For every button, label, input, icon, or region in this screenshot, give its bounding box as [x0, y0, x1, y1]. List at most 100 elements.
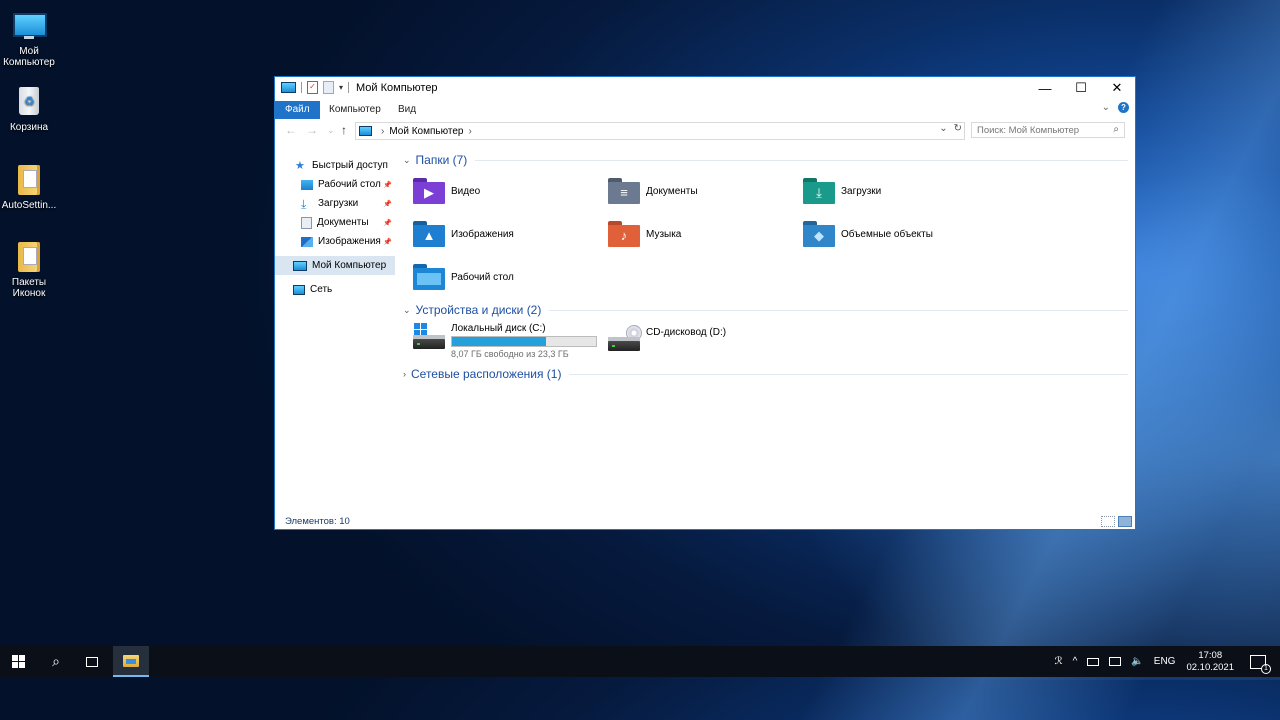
- recent-locations-button[interactable]: ⌄: [327, 125, 335, 136]
- navigation-pane: ★ Быстрый доступ Рабочий стол 📌 ⤓ Загруз…: [275, 153, 395, 513]
- tab-file[interactable]: Файл: [275, 101, 320, 119]
- desktop-icon-autosettings[interactable]: AutoSettin...: [0, 163, 58, 211]
- task-view-button[interactable]: [74, 646, 110, 677]
- downloads-folder-icon: ⤓: [803, 178, 835, 204]
- task-view-icon: [86, 656, 98, 667]
- group-header-folders[interactable]: ⌄ Папки (7): [403, 153, 1128, 167]
- desktop-icon-recycle-bin[interactable]: ♻ Корзина: [0, 85, 58, 133]
- collapse-chevron-icon: ⌄: [403, 154, 411, 165]
- desktop-icon-icon-packs[interactable]: Пакеты Иконок: [0, 240, 58, 299]
- folder-label: Документы: [646, 185, 698, 197]
- folder-tile-documents[interactable]: ≡ Документы: [608, 174, 698, 208]
- collapse-chevron-icon: ⌄: [403, 304, 411, 315]
- start-button[interactable]: [0, 646, 36, 677]
- maximize-button[interactable]: ☐: [1063, 77, 1099, 99]
- tab-view[interactable]: Вид: [388, 101, 426, 119]
- clock[interactable]: 17:08 02.10.2021: [1186, 650, 1234, 674]
- nav-item-documents[interactable]: Документы 📌: [275, 213, 395, 232]
- minimize-button[interactable]: —: [1027, 77, 1063, 99]
- pin-icon[interactable]: 📌: [383, 200, 392, 208]
- group-title: Сетевые расположения (1): [411, 367, 562, 381]
- input-language[interactable]: ENG: [1154, 656, 1176, 667]
- divider: [475, 159, 1128, 161]
- folder-tile-downloads[interactable]: ⤓ Загрузки: [803, 174, 881, 208]
- network-icon: [293, 284, 305, 295]
- desktop-icon-label: Корзина: [9, 122, 49, 133]
- new-folder-icon[interactable]: [323, 81, 334, 94]
- nav-item-label: Изображения: [318, 236, 381, 247]
- clock-time: 17:08: [1198, 649, 1223, 661]
- tab-computer[interactable]: Компьютер: [319, 101, 391, 119]
- folder-icon: [12, 240, 46, 274]
- action-center-button[interactable]: 1: [1250, 654, 1271, 674]
- nav-item-label: Мой Компьютер: [312, 260, 387, 271]
- volume-icon[interactable]: 🔈: [1131, 656, 1143, 667]
- breadcrumb-separator: ›: [381, 125, 385, 137]
- drive-tile-c[interactable]: Локальный диск (C:) 8,07 ГБ свободно из …: [413, 323, 597, 359]
- search-icon: ⌕: [1113, 124, 1119, 135]
- details-view-icon[interactable]: [1101, 516, 1115, 527]
- back-button[interactable]: ←: [285, 123, 297, 137]
- window-title: Мой Компьютер: [356, 81, 438, 94]
- file-explorer-icon: [123, 654, 139, 667]
- close-button[interactable]: ✕: [1099, 77, 1135, 99]
- pin-icon[interactable]: 📌: [383, 219, 392, 227]
- forward-button[interactable]: →: [306, 123, 318, 137]
- desktop-icon-my-computer[interactable]: Мой Компьютер: [0, 9, 58, 68]
- nav-item-downloads[interactable]: ⤓ Загрузки 📌: [275, 194, 395, 213]
- address-bar[interactable]: › Мой Компьютер › ⌄ ↻: [355, 122, 965, 140]
- expand-chevron-icon: ›: [403, 369, 406, 379]
- nav-item-label: Рабочий стол: [318, 179, 381, 190]
- pin-icon[interactable]: 📌: [383, 238, 392, 246]
- search-button[interactable]: ⌕: [38, 646, 74, 677]
- taskbar-file-explorer[interactable]: [113, 646, 149, 677]
- customize-toolbar-chevron-icon[interactable]: ▾: [339, 83, 343, 92]
- folder-tile-desktop[interactable]: Рабочий стол: [413, 260, 514, 294]
- folder-tile-3d-objects[interactable]: ◆ Объемные объекты: [803, 217, 933, 251]
- divider: [569, 373, 1128, 375]
- breadcrumb-my-computer[interactable]: Мой Компьютер: [389, 126, 463, 137]
- folder-tile-videos[interactable]: ▶ Видео: [413, 174, 480, 208]
- pin-icon[interactable]: 📌: [383, 181, 392, 189]
- documents-folder-icon: ≡: [608, 178, 640, 204]
- quick-access-toolbar: ✓ ▾ Мой Компьютер: [281, 81, 438, 94]
- show-hidden-icons-chevron[interactable]: ^: [1073, 656, 1078, 667]
- folder-tile-pictures[interactable]: ▲ Изображения: [413, 217, 514, 251]
- 3d-objects-folder-icon: ◆: [803, 221, 835, 247]
- help-icon[interactable]: ?: [1118, 102, 1129, 113]
- divider: [549, 309, 1128, 311]
- expand-ribbon-chevron-icon[interactable]: ⌄: [1102, 102, 1110, 113]
- breadcrumb-chevron-icon[interactable]: ›: [468, 126, 471, 137]
- network-icon[interactable]: [1109, 657, 1122, 666]
- nav-item-quick-access[interactable]: ★ Быстрый доступ: [275, 156, 395, 175]
- nav-item-pictures[interactable]: Изображения 📌: [275, 232, 395, 251]
- drive-tile-d[interactable]: CD-дисковод (D:): [608, 325, 726, 355]
- star-icon: ★: [295, 159, 305, 172]
- group-header-devices[interactable]: ⌄ Устройства и диски (2): [403, 303, 1128, 317]
- folder-tile-music[interactable]: ♪ Музыка: [608, 217, 681, 251]
- battery-icon[interactable]: [1087, 657, 1100, 666]
- notification-count-badge: 1: [1261, 663, 1271, 674]
- nav-item-network[interactable]: Сеть: [275, 280, 395, 299]
- folder-label: Видео: [451, 185, 481, 197]
- clock-date: 02.10.2021: [1186, 661, 1234, 673]
- up-button[interactable]: ↑: [341, 123, 347, 137]
- people-icon[interactable]: ℛ: [1055, 656, 1063, 667]
- title-bar[interactable]: ✓ ▾ Мой Компьютер — ☐ ✕: [275, 77, 1135, 99]
- nav-item-label: Быстрый доступ: [312, 160, 388, 171]
- refresh-icon[interactable]: ↻: [954, 123, 962, 134]
- group-title: Папки (7): [415, 153, 468, 167]
- address-dropdown-icon[interactable]: ⌄: [939, 123, 947, 134]
- group-header-network[interactable]: › Сетевые расположения (1): [403, 367, 1128, 381]
- search-input[interactable]: Поиск: Мой Компьютер ⌕: [971, 122, 1125, 138]
- search-placeholder: Поиск: Мой Компьютер: [977, 124, 1080, 136]
- desktop-icon-label: Пакеты Иконок: [11, 277, 47, 299]
- properties-icon[interactable]: ✓: [307, 81, 318, 94]
- cd-drive-icon: [608, 325, 642, 355]
- nav-item-my-computer[interactable]: Мой Компьютер: [275, 256, 395, 275]
- nav-item-desktop[interactable]: Рабочий стол 📌: [275, 175, 395, 194]
- large-icons-view-icon[interactable]: [1118, 516, 1132, 527]
- hard-drive-icon: [413, 323, 445, 353]
- desktop-folder-icon: [413, 264, 445, 290]
- pictures-icon: [301, 236, 313, 247]
